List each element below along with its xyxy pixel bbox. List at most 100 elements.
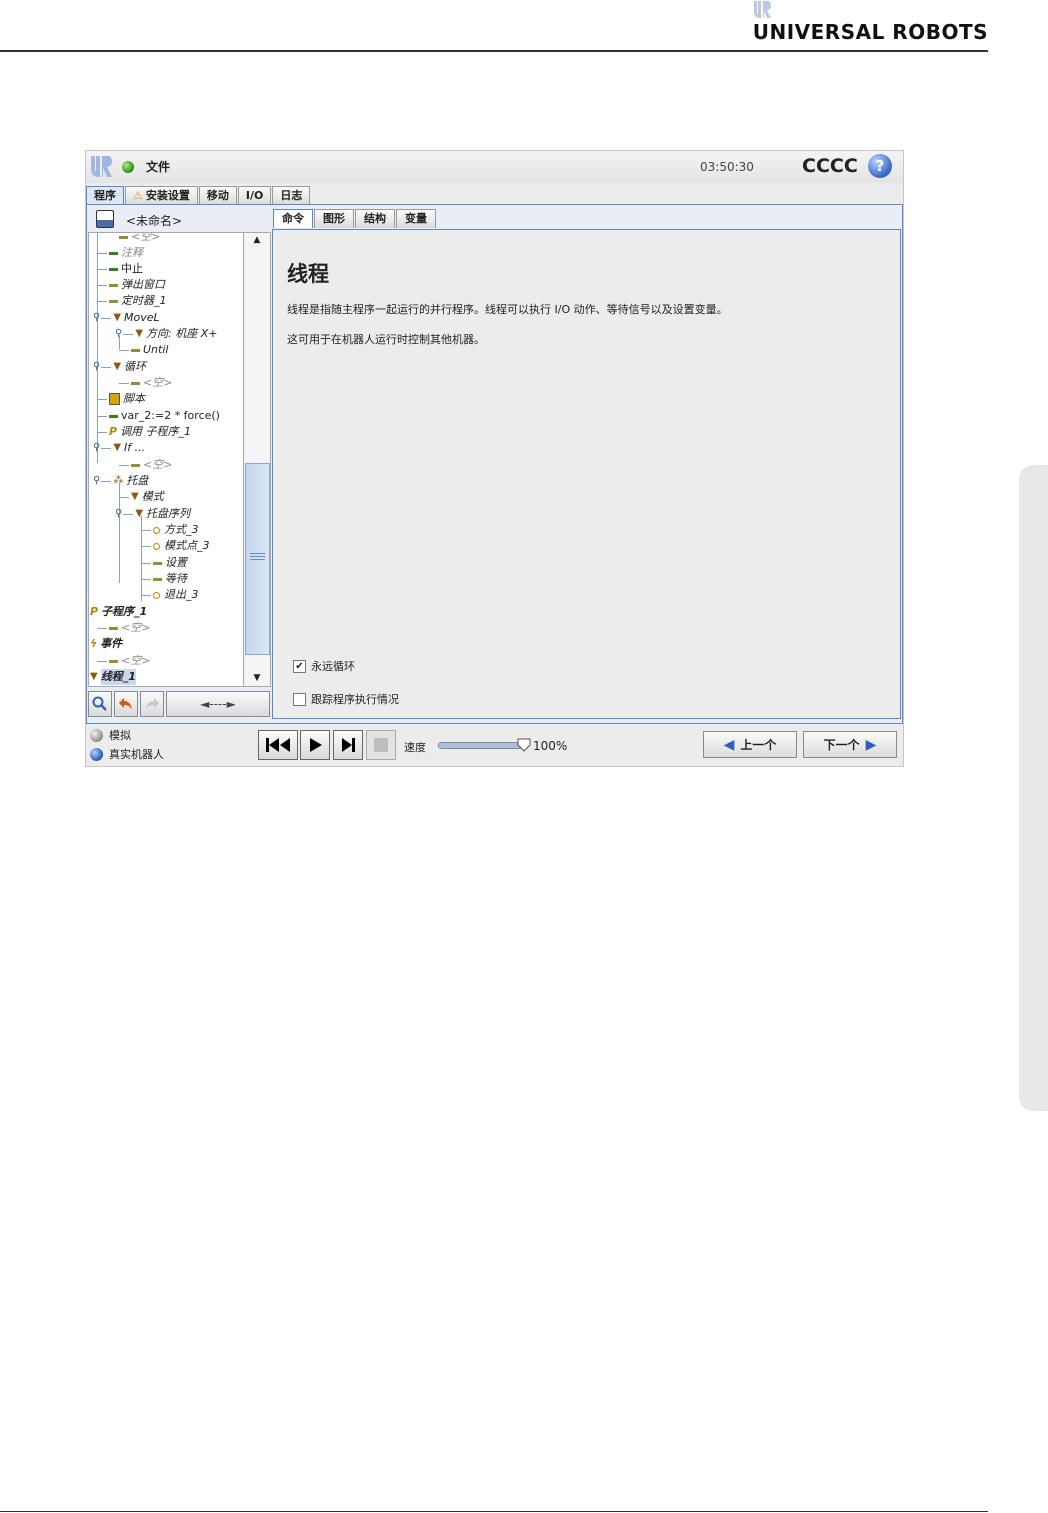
tree-item[interactable]: ϟ 事件 [90, 636, 122, 652]
tree-item[interactable]: Until [119, 342, 168, 358]
arrow-right-icon: ▶ [865, 736, 877, 753]
tab-io-label: I/O [245, 189, 264, 202]
program-tab-body: <未命名> <空> 注释 中止 弹出窗口 定时器_1 ⚲ ▼ MoveL ⚲ ▼ 方向:… [86, 204, 903, 724]
tree-item[interactable]: <空> [97, 620, 150, 636]
tree-toolbar: ◄----► [88, 691, 270, 717]
tree-item[interactable]: 中止 [97, 261, 143, 277]
loop-forever-label: 永远循环 [311, 660, 355, 673]
tab-command[interactable]: 命令 [273, 209, 313, 228]
sub-tabs: 命令 图形 结构 变量 [273, 209, 437, 229]
polyscope-window: 文件 03:50:30 CCCC ? 程序 ⚠ 安装设置 移动 I/O 日志 <… [85, 150, 904, 767]
command-description: 线程是指随主程序一起运行的并行程序。线程可以执行 I/O 动作、等待信号以及设置… [287, 303, 728, 316]
tab-io[interactable]: I/O [237, 186, 272, 204]
tree-item[interactable]: 等待 [141, 571, 187, 587]
clock: 03:50:30 [700, 160, 754, 174]
speed-label: 速度 [404, 741, 426, 754]
undo-button[interactable] [114, 691, 138, 717]
rewind-button[interactable] [258, 730, 298, 760]
speed-value: 100% [533, 739, 568, 753]
tree-item[interactable]: var_2:=2 * force() [97, 408, 220, 424]
tree-item-selected[interactable]: ▼ 线程_1 [90, 669, 136, 685]
previous-label: 上一个 [740, 738, 777, 752]
tab-move[interactable]: 移动 [198, 186, 237, 204]
undo-icon [119, 698, 132, 710]
tab-graphics[interactable]: 图形 [314, 209, 354, 228]
slider-knob-icon[interactable] [517, 738, 531, 752]
save-icon[interactable] [96, 210, 114, 228]
mode-simulation[interactable]: 模拟 [90, 727, 131, 743]
scroll-up-icon[interactable]: ▲ [244, 233, 270, 247]
tree-item[interactable]: ⚲ ⁂ 托盘 [93, 473, 148, 489]
redo-button[interactable] [140, 691, 164, 717]
tree-item[interactable]: ▼ 模式 [119, 489, 164, 505]
mode-simulation-label: 模拟 [109, 729, 131, 742]
tree-item[interactable]: ⚲ ▼ 托盘序列 [115, 506, 190, 522]
mode-real-label: 真实机器人 [109, 748, 164, 761]
radio-on-icon [90, 747, 103, 761]
script-icon [109, 393, 120, 405]
tab-variables[interactable]: 变量 [396, 209, 436, 228]
tree-item[interactable]: 注释 [97, 245, 143, 261]
tree-item[interactable]: 弹出窗口 [97, 277, 165, 293]
tab-program-label: 程序 [94, 189, 116, 202]
tree-item[interactable]: <空> [119, 457, 172, 473]
search-icon [92, 696, 107, 711]
tree-item[interactable]: ⚲ ▼ 循环 [93, 359, 146, 375]
play-icon [310, 738, 322, 752]
program-name: <未命名> [126, 214, 183, 228]
scroll-thumb[interactable] [245, 463, 270, 655]
tree-item[interactable]: P 调用 子程序_1 [97, 424, 191, 440]
speed-slider[interactable] [438, 738, 531, 752]
arrow-left-icon: ◀ [723, 736, 735, 753]
tree-item[interactable]: ⚲ ▼ If ... [93, 440, 145, 456]
loop-forever-checkbox[interactable]: ✔ 永远循环 [293, 658, 355, 674]
redo-icon [146, 698, 159, 710]
help-icon[interactable]: ? [868, 154, 892, 178]
stop-button[interactable] [366, 730, 396, 760]
warning-icon: ⚠ [133, 189, 143, 202]
next-button[interactable]: 下一个 ▶ [803, 731, 897, 758]
tab-structure[interactable]: 结构 [355, 209, 395, 228]
main-tabs: 程序 ⚠ 安装设置 移动 I/O 日志 [86, 186, 311, 205]
tree-item[interactable]: P 子程序_1 [90, 604, 147, 620]
ur-logo-icon [754, 1, 771, 18]
tree-item[interactable]: <空> [119, 375, 172, 391]
robot-status-icon [122, 161, 134, 173]
program-tree[interactable]: <空> 注释 中止 弹出窗口 定时器_1 ⚲ ▼ MoveL ⚲ ▼ 方向: 机座 X+… [88, 232, 244, 687]
checkbox-checked-icon: ✔ [293, 659, 306, 673]
tree-item[interactable]: ⚲ ▼ MoveL [93, 310, 160, 326]
checkbox-unchecked-icon [293, 692, 306, 706]
move-arrows-icon: ◄----► [200, 697, 236, 711]
header-rule [0, 50, 988, 52]
step-icon [342, 738, 355, 752]
tab-log-label: 日志 [280, 189, 303, 202]
mode-real-robot[interactable]: 真实机器人 [90, 746, 164, 762]
footer-rule [0, 1511, 988, 1512]
tab-installation[interactable]: ⚠ 安装设置 [125, 186, 198, 204]
search-button[interactable] [88, 691, 112, 717]
scroll-down-icon[interactable]: ▼ [244, 671, 270, 685]
command-title: 线程 [287, 262, 329, 286]
command-panel: 线程 线程是指随主程序一起运行的并行程序。线程可以执行 I/O 动作、等待信号以… [272, 229, 901, 719]
track-execution-checkbox[interactable]: 跟踪程序执行情况 [293, 691, 399, 707]
step-button[interactable] [333, 730, 363, 760]
tree-item[interactable]: 脚本 [97, 391, 145, 407]
play-button[interactable] [300, 730, 330, 760]
previous-button[interactable]: ◀ 上一个 [703, 731, 797, 758]
tree-scrollbar[interactable]: ▲ ▼ [243, 232, 271, 687]
tree-item[interactable]: 设置 [141, 555, 187, 571]
tree-item[interactable]: 定时器_1 [97, 293, 167, 309]
event-icon: ϟ [90, 637, 98, 650]
tree-item[interactable]: ⚲ ▼ 方向: 机座 X+ [115, 326, 217, 342]
move-node-button[interactable]: ◄----► [166, 691, 270, 717]
control-bar: 模拟 真实机器人 速度 100% ◀ 上一个 下一个 ▶ [86, 725, 903, 766]
tab-installation-label: 安装设置 [145, 189, 190, 202]
tree-item[interactable]: <空> [119, 233, 160, 245]
tree-item[interactable]: 模式点_3 [141, 538, 210, 554]
file-menu[interactable]: 文件 [146, 158, 170, 175]
tree-item[interactable]: 退出_3 [141, 587, 199, 603]
tree-item[interactable]: <空> [97, 653, 150, 669]
tab-program[interactable]: 程序 [86, 186, 124, 204]
tab-log[interactable]: 日志 [272, 186, 311, 204]
tree-item[interactable]: 方式_3 [141, 522, 199, 538]
